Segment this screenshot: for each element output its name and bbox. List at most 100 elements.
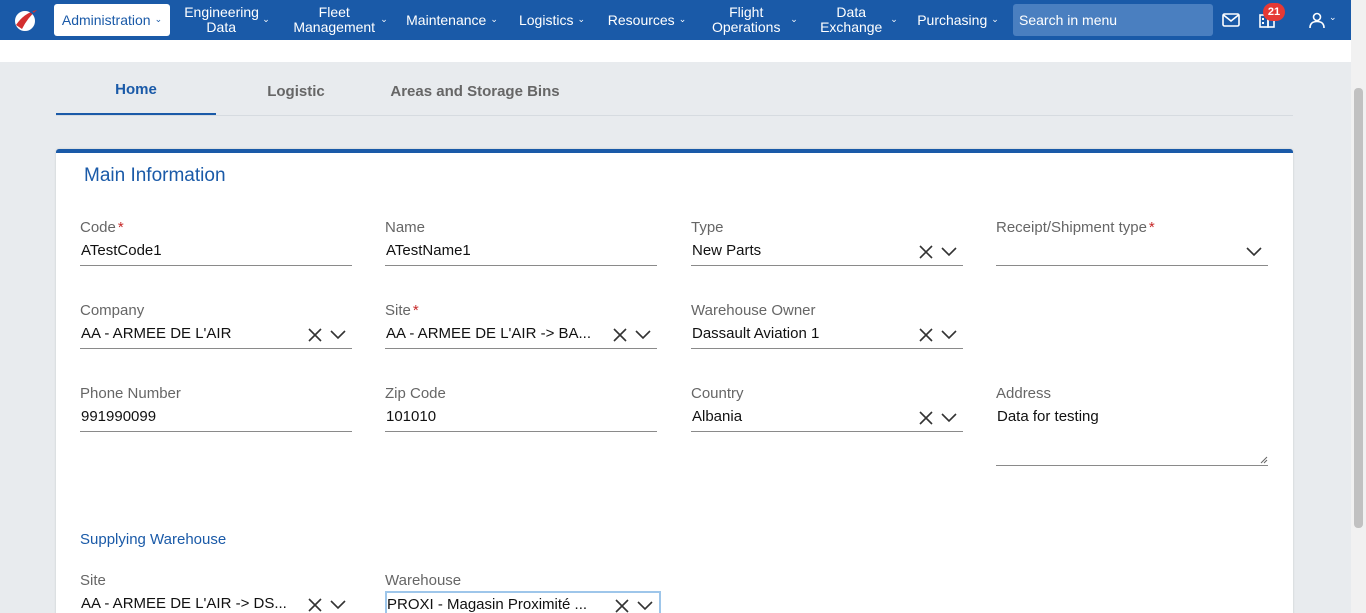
nav-fleet-management[interactable]: Fleet Management ⌄ bbox=[290, 0, 390, 40]
mail-icon[interactable] bbox=[1221, 10, 1241, 30]
tab-areas-label: Areas and Storage Bins bbox=[390, 82, 560, 100]
site-select[interactable]: AA - ARMEE DE L'AIR -> BA... bbox=[385, 321, 657, 349]
tab-logistic[interactable]: Logistic bbox=[236, 66, 356, 116]
nav-maintenance[interactable]: Maintenance ⌄ bbox=[404, 0, 500, 40]
chevron-down-icon[interactable] bbox=[330, 600, 346, 610]
menu-search-placeholder: Search in menu bbox=[1019, 12, 1118, 28]
supplying-warehouse-label: Warehouse bbox=[385, 572, 462, 589]
chevron-down-icon[interactable] bbox=[635, 330, 651, 340]
nav-logistics[interactable]: Logistics ⌄ bbox=[516, 0, 588, 40]
site-value: AA - ARMEE DE L'AIR -> BA... bbox=[386, 325, 592, 342]
chevron-down-icon: ⌄ bbox=[890, 13, 898, 24]
phone-number-value: 991990099 bbox=[81, 408, 157, 425]
code-value: ATestCode1 bbox=[81, 242, 162, 259]
nav-engineering-data[interactable]: Engineering Data ⌄ bbox=[180, 0, 274, 40]
chevron-down-icon: ⌄ bbox=[380, 13, 388, 24]
tab-logistic-label: Logistic bbox=[267, 82, 325, 100]
nav-administration[interactable]: Administration ⌄ bbox=[54, 4, 170, 36]
clear-icon[interactable] bbox=[919, 245, 933, 259]
code-label: Code bbox=[80, 219, 116, 236]
notification-badge: 21 bbox=[1263, 3, 1285, 21]
nav-data-exchange-label: Data Exchange bbox=[820, 4, 883, 35]
type-field: Type New Parts bbox=[691, 218, 963, 266]
nav-flight-operations[interactable]: Flight Operations ⌄ bbox=[704, 0, 800, 40]
site-field: Site * AA - ARMEE DE L'AIR -> BA... bbox=[385, 301, 657, 349]
country-label: Country bbox=[691, 385, 744, 402]
zip-code-input[interactable]: 101010 bbox=[385, 404, 657, 432]
chevron-down-icon[interactable] bbox=[330, 330, 346, 340]
supplying-site-select[interactable]: AA - ARMEE DE L'AIR -> DS... bbox=[80, 591, 352, 613]
chevron-down-icon[interactable] bbox=[941, 247, 957, 257]
address-label: Address bbox=[996, 385, 1052, 402]
supplying-warehouse-select[interactable]: PROXI - Magasin Proximité ... bbox=[385, 591, 661, 613]
code-field: Code * ATestCode1 bbox=[80, 218, 352, 266]
chevron-down-icon[interactable]: ⌄ bbox=[1329, 12, 1337, 23]
company-value: AA - ARMEE DE L'AIR bbox=[81, 325, 232, 342]
clear-icon[interactable] bbox=[615, 599, 629, 613]
company-label: Company bbox=[80, 302, 145, 319]
receipt-shipment-type-select[interactable] bbox=[996, 238, 1268, 266]
nav-resources-label: Resources bbox=[607, 11, 675, 28]
clear-icon[interactable] bbox=[308, 598, 322, 612]
clear-icon[interactable] bbox=[919, 411, 933, 425]
nav-logistics-label: Logistics bbox=[518, 11, 574, 28]
user-icon[interactable] bbox=[1307, 10, 1327, 30]
nav-engineering-data-label: Engineering Data bbox=[184, 4, 259, 35]
tabs-divider bbox=[56, 115, 1293, 116]
chevron-down-icon: ⌄ bbox=[991, 13, 999, 24]
resize-handle-icon[interactable] bbox=[1260, 456, 1268, 464]
zip-code-field: Zip Code 101010 bbox=[385, 384, 657, 432]
site-label: Site bbox=[385, 302, 411, 319]
nav-fleet-management-label: Fleet Management bbox=[293, 4, 376, 35]
warehouse-owner-value: Dassault Aviation 1 bbox=[692, 325, 820, 342]
nav-maintenance-label: Maintenance bbox=[406, 11, 487, 28]
chevron-down-icon[interactable] bbox=[941, 413, 957, 423]
tab-areas-storage-bins[interactable]: Areas and Storage Bins bbox=[380, 66, 570, 116]
type-select[interactable]: New Parts bbox=[691, 238, 963, 266]
chevron-down-icon: ⌄ bbox=[678, 13, 687, 24]
nav-administration-label: Administration bbox=[61, 11, 151, 28]
address-value: Data for testing bbox=[997, 408, 1099, 425]
chevron-down-icon: ⌄ bbox=[490, 13, 498, 24]
code-input[interactable]: ATestCode1 bbox=[80, 238, 352, 266]
required-marker: * bbox=[1148, 219, 1155, 236]
warehouse-owner-select[interactable]: Dassault Aviation 1 bbox=[691, 321, 963, 349]
chevron-down-icon[interactable] bbox=[1246, 247, 1262, 257]
chevron-down-icon: ⌄ bbox=[577, 13, 585, 24]
warehouse-owner-field: Warehouse Owner Dassault Aviation 1 bbox=[691, 301, 963, 349]
address-textarea[interactable]: Data for testing bbox=[996, 404, 1268, 466]
supplying-warehouse-value: PROXI - Magasin Proximité ... bbox=[387, 596, 588, 613]
company-select[interactable]: AA - ARMEE DE L'AIR bbox=[80, 321, 352, 349]
chevron-down-icon[interactable] bbox=[637, 601, 653, 611]
phone-number-input[interactable]: 991990099 bbox=[80, 404, 352, 432]
name-field: Name ATestName1 bbox=[385, 218, 657, 266]
clear-icon[interactable] bbox=[919, 328, 933, 342]
country-field: Country Albania bbox=[691, 384, 963, 432]
type-label: Type bbox=[691, 219, 724, 236]
chevron-down-icon[interactable] bbox=[941, 330, 957, 340]
section-title-supplying-warehouse: Supplying Warehouse bbox=[80, 531, 227, 548]
chevron-down-icon: ⌄ bbox=[790, 13, 798, 24]
phone-number-label: Phone Number bbox=[80, 385, 181, 402]
nav-data-exchange[interactable]: Data Exchange ⌄ bbox=[814, 0, 900, 40]
supplying-site-value: AA - ARMEE DE L'AIR -> DS... bbox=[81, 595, 287, 612]
name-input[interactable]: ATestName1 bbox=[385, 238, 657, 266]
name-value: ATestName1 bbox=[386, 242, 471, 259]
page-scrollbar[interactable] bbox=[1351, 0, 1366, 613]
country-select[interactable]: Albania bbox=[691, 404, 963, 432]
nav-flight-operations-label: Flight Operations bbox=[711, 4, 781, 35]
clear-icon[interactable] bbox=[613, 328, 627, 342]
app-logo-icon[interactable] bbox=[10, 5, 40, 35]
scrollbar-thumb[interactable] bbox=[1354, 88, 1363, 528]
tab-home-label: Home bbox=[115, 81, 157, 98]
tab-home[interactable]: Home bbox=[56, 66, 216, 116]
clear-icon[interactable] bbox=[308, 328, 322, 342]
nav-purchasing[interactable]: Purchasing ⌄ bbox=[914, 0, 1002, 40]
warehouse-owner-label: Warehouse Owner bbox=[691, 302, 816, 319]
menu-search-input[interactable]: Search in menu bbox=[1013, 4, 1213, 36]
chevron-down-icon: ⌄ bbox=[262, 13, 270, 24]
zip-code-value: 101010 bbox=[386, 408, 437, 425]
type-value: New Parts bbox=[692, 242, 762, 259]
name-label: Name bbox=[385, 219, 426, 236]
nav-resources[interactable]: Resources ⌄ bbox=[604, 0, 690, 40]
